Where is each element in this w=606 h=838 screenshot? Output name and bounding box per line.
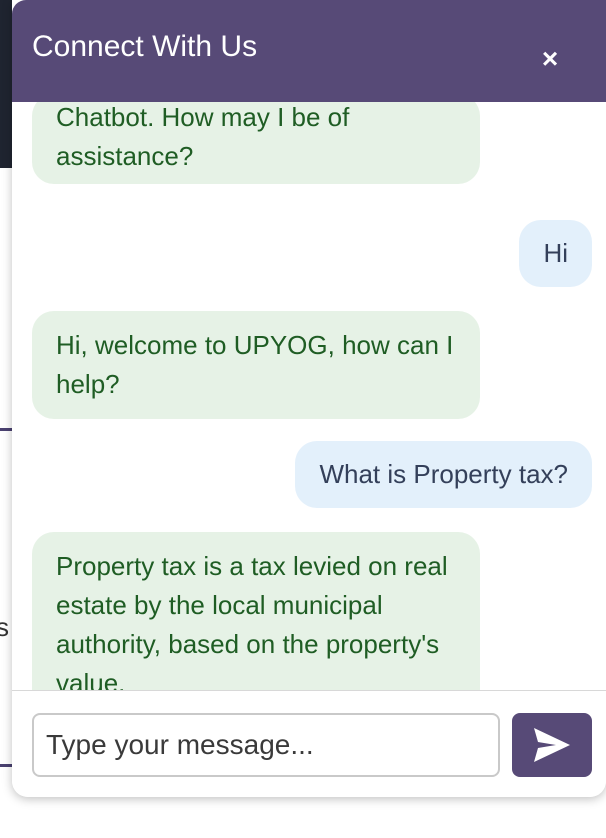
chat-title: Connect With Us <box>32 30 258 63</box>
chat-header: Connect With Us × <box>12 0 606 102</box>
user-message: Hi <box>519 220 592 287</box>
message-composer <box>12 690 606 797</box>
user-message: What is Property tax? <box>295 441 592 508</box>
message-input[interactable] <box>32 713 500 777</box>
close-button[interactable]: × <box>538 45 562 73</box>
bot-message: Hi, welcome to UPYOG, how can I help? <box>32 311 480 419</box>
bot-message: Chatbot. How may I be of assistance? <box>32 102 480 184</box>
message-list[interactable]: Chatbot. How may I be of assistance? Hi … <box>12 102 606 690</box>
send-button[interactable] <box>512 713 592 777</box>
chat-widget: Connect With Us × Chatbot. How may I be … <box>12 0 606 797</box>
send-icon <box>534 728 570 762</box>
close-icon: × <box>541 43 559 74</box>
bot-message: Property tax is a tax levied on real est… <box>32 532 480 690</box>
background-text-fragment: s <box>0 612 9 642</box>
